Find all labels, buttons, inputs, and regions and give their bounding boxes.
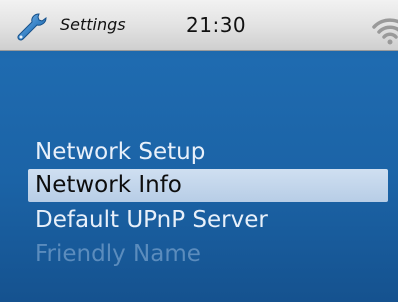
status-bar: Settings 21:30 — [0, 0, 398, 51]
wrench-icon — [17, 13, 47, 41]
menu-item-network-setup[interactable]: Network Setup — [0, 135, 398, 169]
menu-item-default-upnp-server[interactable]: Default UPnP Server — [0, 203, 398, 237]
clock: 21:30 — [186, 13, 247, 37]
menu-item-label: Network Info — [35, 172, 182, 198]
wifi-icon — [372, 18, 398, 45]
menu-item-network-info[interactable]: Network Info — [0, 168, 398, 202]
menu-item-label: Default UPnP Server — [35, 207, 268, 233]
settings-screen: Settings 21:30 Network Setup Network Inf… — [0, 0, 398, 302]
screen-title: Settings — [60, 15, 126, 34]
menu-item-label: Network Setup — [35, 139, 206, 165]
menu-item-friendly-name[interactable]: Friendly Name — [0, 237, 398, 271]
menu-item-label: Friendly Name — [35, 241, 201, 267]
